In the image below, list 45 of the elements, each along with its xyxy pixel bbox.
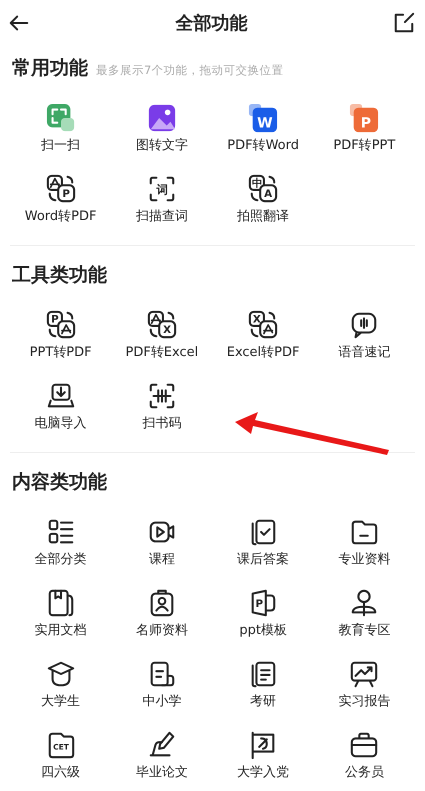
feature-label[interactable]: PDF转Word [227,137,299,155]
feature-label[interactable]: 大学入党 [237,764,290,782]
feature-label[interactable]: 扫描查词 [136,208,188,226]
feature-label[interactable]: 全部分类 [34,551,87,569]
feature-label[interactable]: 毕业论文 [136,764,188,782]
feature-label[interactable]: 名师资料 [136,622,188,640]
feature-label[interactable]: PDF转PPT [333,137,396,155]
feature-label[interactable]: 中小学 [142,693,182,711]
image-icon [146,103,177,133]
feature-label[interactable]: 扫书码 [142,415,182,433]
section-title: 工具类功能 [12,263,107,288]
chart-board-icon [349,659,380,689]
feature-label[interactable]: 课程 [148,551,175,569]
feature-label[interactable]: 考研 [250,693,276,711]
feature-label[interactable]: 课后答案 [237,551,290,569]
feature-label[interactable]: 公务员 [344,764,384,782]
feature-label[interactable]: Excel转PDF [226,344,300,362]
section-title: 常用功能 [12,56,88,81]
feature-label[interactable]: 大学生 [41,693,80,711]
feature-label[interactable]: 实习报告 [338,693,390,711]
feature-label[interactable]: 实用文档 [34,622,87,640]
feature-label[interactable]: 拍照翻译 [237,208,290,226]
edit-icon[interactable] [393,12,415,34]
feature-label[interactable]: 四六级 [41,764,80,782]
page-title: 全部功能 [176,12,248,34]
person-icon [349,588,380,618]
section-hint: 最多展示7个功能，拖动可交换位置 [96,63,284,78]
feature-label[interactable]: 语音速记 [338,344,390,362]
feature-label[interactable]: 图转文字 [136,137,188,155]
feature-label[interactable]: 专业资料 [338,551,390,569]
feature-label[interactable]: 电脑导入 [34,415,87,433]
scan-barcode-icon [146,381,177,411]
document-icon [46,588,76,618]
feature-label[interactable]: ppt模板 [239,622,287,640]
graduation-cap-icon [46,659,76,689]
feature-label[interactable]: 教育专区 [338,622,390,640]
scan-icon [46,103,76,133]
briefcase-icon [349,730,380,760]
feature-label[interactable]: PDF转Excel [125,344,198,362]
section-title: 内容类功能 [12,470,107,495]
feature-label[interactable]: PPT转PDF [30,344,92,362]
feature-label[interactable]: Word转PDF [24,208,96,226]
folder-icon: CET [46,730,76,760]
voice-icon [349,310,380,340]
feature-label[interactable]: 扫一扫 [41,137,80,155]
